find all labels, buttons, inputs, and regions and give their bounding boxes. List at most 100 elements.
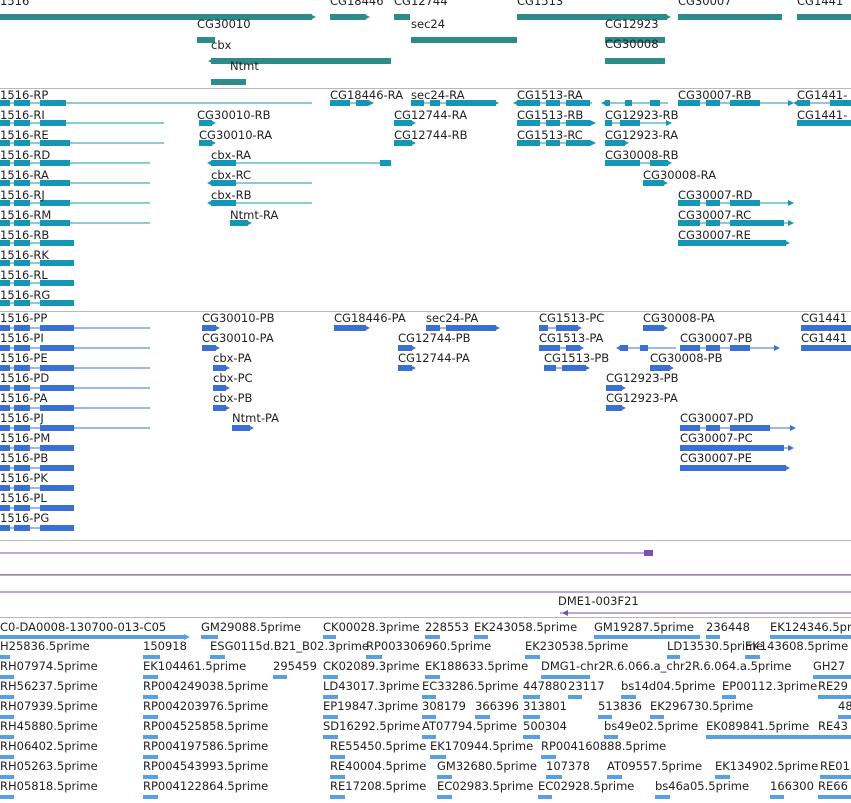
feature-label-1516-pp[interactable]: 1516-PP	[0, 311, 47, 325]
alignment-block[interactable]	[644, 550, 653, 556]
exon-block[interactable]	[643, 325, 664, 331]
exon-block[interactable]	[625, 100, 632, 106]
feature-label-1516-ra[interactable]: 1516-RA	[0, 168, 49, 182]
feature-label-cg1513-rc[interactable]: CG1513-RC	[517, 128, 583, 142]
feature-label-cg18446-pa[interactable]: CG18446-PA	[334, 311, 406, 325]
feature-label-cbx-pb[interactable]: cbx-PB	[213, 391, 252, 405]
feature-label-gm32680-5prime[interactable]: GM32680.5prime	[437, 759, 537, 773]
feature-label-cg30008[interactable]: CG30008	[605, 37, 659, 51]
feature-label-rp004543993-5prime[interactable]: RP004543993.5prime	[143, 759, 268, 773]
gene-bar[interactable]	[678, 14, 782, 20]
feature-label-513836[interactable]: 513836	[598, 699, 642, 713]
feature-label-h25836-5prime[interactable]: H25836.5prime	[0, 639, 90, 653]
feature-label-cg12923-pb[interactable]: CG12923-PB	[606, 371, 679, 385]
feature-label-cg30007[interactable]: CG30007	[678, 0, 732, 8]
exon-block[interactable]	[40, 405, 74, 411]
feature-label-dmg1-chr2r-6-066-a-chr2r-6-064-a-5prime[interactable]: DMG1-chr2R.6.066.a_chr2R.6.064.a.5prime	[541, 659, 791, 673]
feature-label-cg12744-pb[interactable]: CG12744-PB	[398, 331, 471, 345]
feature-label-1516-rj[interactable]: 1516-RJ	[0, 188, 45, 202]
feature-label-cbx-rc[interactable]: cbx-RC	[211, 168, 251, 182]
feature-label-1516-pl[interactable]: 1516-PL	[0, 491, 47, 505]
feature-label-1516-rg[interactable]: 1516-RG	[0, 288, 50, 302]
feature-label-bs49e02-5prime[interactable]: bs49e02.5prime	[604, 719, 698, 733]
feature-label-cg30010-rb[interactable]: CG30010-RB	[197, 108, 271, 122]
feature-label-cg12744-rb[interactable]: CG12744-RB	[394, 128, 468, 142]
feature-label-cg12923-ra[interactable]: CG12923-RA	[605, 128, 678, 142]
feature-label-ek170944-5prime[interactable]: EK170944.5prime	[430, 739, 533, 753]
exon-block[interactable]	[40, 325, 74, 331]
feature-label-re66[interactable]: RE66	[818, 779, 848, 793]
feature-label-bs14d04-5prime[interactable]: bs14d04.5prime	[621, 679, 715, 693]
feature-label-ntmt-pa[interactable]: Ntmt-PA	[232, 411, 279, 425]
feature-label-cbx-pc[interactable]: cbx-PC	[213, 371, 253, 385]
feature-label-1516-pj[interactable]: 1516-PJ	[0, 411, 44, 425]
feature-label-re55450-5prime[interactable]: RE55450.5prime	[330, 739, 426, 753]
feature-label-1516-pg[interactable]: 1516-PG	[0, 511, 49, 525]
feature-label-rp004122864-5prime[interactable]: RP004122864.5prime	[143, 779, 268, 793]
feature-label-cbx-ra[interactable]: cbx-RA	[211, 148, 251, 162]
exon-block[interactable]	[40, 525, 74, 531]
feature-label-sd16292-5prime[interactable]: SD16292.5prime	[323, 719, 420, 733]
feature-label-1516-pb[interactable]: 1516-PB	[0, 451, 48, 465]
feature-label-23117[interactable]: 23117	[568, 679, 605, 693]
feature-label-ek134902-5prime[interactable]: EK134902.5prime	[715, 759, 818, 773]
feature-label-cg30008-pb[interactable]: CG30008-PB	[650, 351, 723, 365]
exon-block[interactable]	[0, 525, 10, 531]
feature-label-rp004160888-5prime[interactable]: RP004160888.5prime	[541, 739, 666, 753]
feature-label-sec24-ra[interactable]: sec24-RA	[411, 88, 465, 102]
exon-block[interactable]	[562, 365, 586, 371]
feature-label-150918[interactable]: 150918	[143, 639, 187, 653]
feature-label-ntmt[interactable]: Ntmt	[230, 59, 259, 73]
feature-label-1516-pd[interactable]: 1516-PD	[0, 371, 49, 385]
feature-label-500304[interactable]: 500304	[523, 719, 567, 733]
gene-bar[interactable]	[394, 14, 410, 20]
feature-label-313801[interactable]: 313801	[523, 699, 567, 713]
feature-label-1516-rb[interactable]: 1516-RB	[0, 228, 49, 242]
feature-label-48[interactable]: 48	[838, 699, 851, 713]
feature-label-rp003306960-5prime[interactable]: RP003306960.5prime	[366, 639, 491, 653]
feature-label-447880[interactable]: 447880	[523, 679, 567, 693]
feature-label-cbx[interactable]: cbx	[211, 38, 231, 52]
est-glyph[interactable]	[568, 695, 582, 699]
feature-label-cg12744[interactable]: CG12744	[394, 0, 448, 8]
exon-block[interactable]	[380, 160, 391, 166]
est-glyph[interactable]	[330, 795, 345, 799]
feature-label-cg30010-pb[interactable]: CG30010-PB	[202, 311, 275, 325]
feature-label-re01[interactable]: RE01	[820, 759, 850, 773]
feature-label-366396[interactable]: 366396	[475, 699, 519, 713]
feature-label-cg1441[interactable]: CG1441	[801, 311, 847, 325]
feature-label-dme1-003f21[interactable]: DME1-003F21	[558, 594, 639, 608]
est-glyph[interactable]	[818, 795, 851, 799]
feature-label-rh56237-5prime[interactable]: RH56237.5prime	[0, 679, 98, 693]
feature-label-cg30007-pc[interactable]: CG30007-PC	[680, 431, 753, 445]
feature-label-308179[interactable]: 308179	[422, 699, 466, 713]
feature-label-cg30007-pd[interactable]: CG30007-PD	[680, 411, 753, 425]
feature-label-ek243058-5prime[interactable]: EK243058.5prime	[474, 620, 577, 634]
feature-label-re43[interactable]: RE43	[818, 719, 848, 733]
feature-label-cg1513-ra[interactable]: CG1513-RA	[517, 88, 583, 102]
feature-label-ck00028-3prime[interactable]: CK00028.3prime	[323, 620, 420, 634]
feature-label-1516-rp[interactable]: 1516-RP	[0, 88, 48, 102]
est-glyph[interactable]	[538, 795, 552, 799]
feature-label-rh05263-5prime[interactable]: RH05263.5prime	[0, 759, 98, 773]
feature-label-cg18446[interactable]: CG18446	[330, 0, 384, 8]
exon-block[interactable]	[14, 525, 30, 531]
feature-label-ep00112-3prime[interactable]: EP00112.3prime	[722, 679, 817, 693]
est-glyph[interactable]	[0, 795, 14, 799]
feature-label-cg1513[interactable]: CG1513	[517, 0, 563, 8]
feature-label-cg1513-rb[interactable]: CG1513-RB	[517, 108, 583, 122]
feature-label-rp004525858-5prime[interactable]: RP004525858.5prime	[143, 719, 268, 733]
feature-label-bs46a05-5prime[interactable]: bs46a05.5prime	[655, 779, 749, 793]
feature-label-cg30008-ra[interactable]: CG30008-RA	[643, 168, 716, 182]
feature-label-cg12744-pa[interactable]: CG12744-PA	[398, 351, 470, 365]
feature-label-1516-rl[interactable]: 1516-RL	[0, 268, 48, 282]
feature-label-cg30007-rb[interactable]: CG30007-RB	[678, 88, 752, 102]
exon-block[interactable]	[640, 345, 648, 351]
feature-label-1516-rk[interactable]: 1516-RK	[0, 248, 49, 262]
feature-label-ek124346-5prime[interactable]: EK124346.5prime	[770, 620, 851, 634]
exon-block[interactable]	[544, 365, 556, 371]
feature-label-ek296730-5prime[interactable]: EK296730.5prime	[650, 699, 753, 713]
feature-label-rh45880-5prime[interactable]: RH45880.5prime	[0, 719, 98, 733]
exon-block[interactable]	[334, 325, 366, 331]
gene-bar[interactable]	[411, 37, 517, 43]
